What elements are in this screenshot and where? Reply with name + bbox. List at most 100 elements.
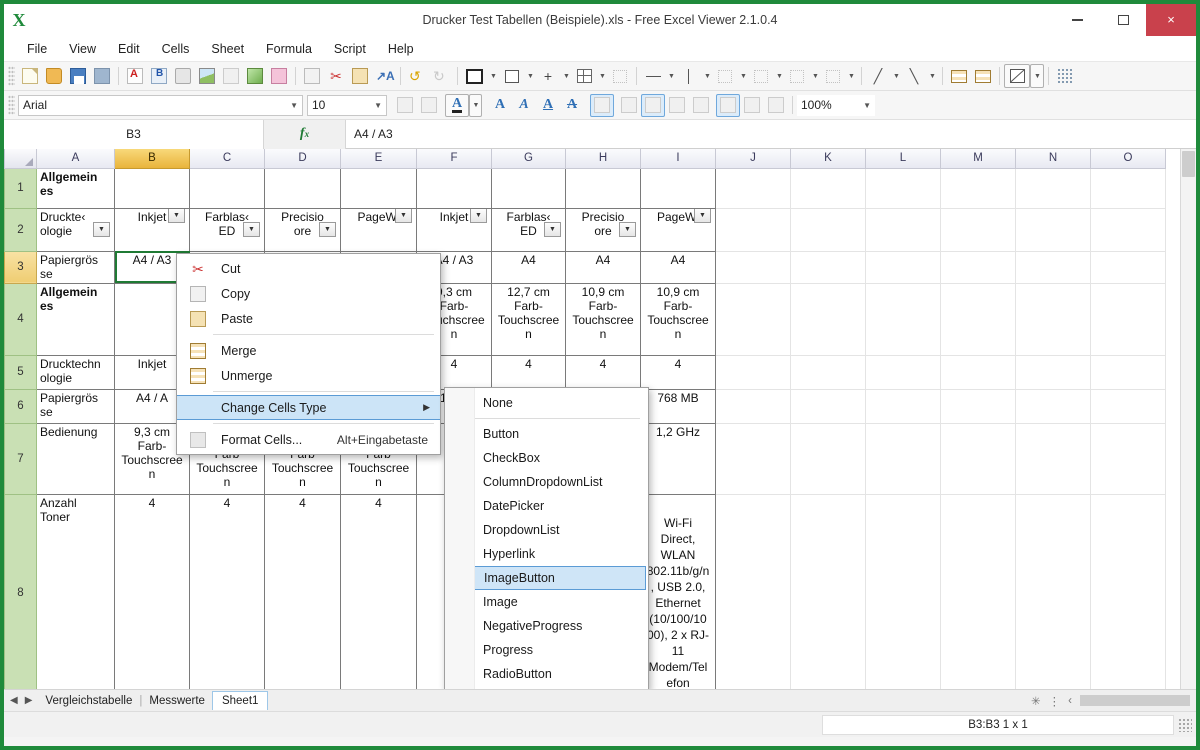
grid-dropdown[interactable]: ▼ <box>596 64 608 88</box>
copy-button[interactable] <box>300 64 324 88</box>
row-header-3[interactable]: 3 <box>4 250 37 284</box>
cell-H5[interactable]: 4 <box>565 354 641 390</box>
fill-color-button[interactable] <box>1004 64 1030 88</box>
zoom-select[interactable]: 100% ▼ <box>797 94 875 116</box>
cell-N7[interactable] <box>1015 423 1091 495</box>
tab-options-icon[interactable]: ⋮ <box>1049 694 1061 708</box>
cell-H1[interactable] <box>565 167 641 209</box>
cell-M1[interactable] <box>940 168 1016 209</box>
minimize-button[interactable] <box>1054 4 1100 36</box>
cell-dropdown-icon[interactable]: ▼ <box>395 209 412 223</box>
border-bottom-button[interactable] <box>749 64 773 88</box>
column-header-B[interactable]: B <box>114 149 190 169</box>
sheet-tab-messwerte[interactable]: Messwerte <box>142 693 212 709</box>
cell-F2[interactable]: Inkjet ▼ <box>416 207 492 252</box>
submenu-item-radiobutton[interactable]: RadioButton <box>445 662 648 686</box>
grid-faded-button[interactable] <box>608 64 632 88</box>
cell-style-dropdown[interactable]: ▼ <box>524 64 536 88</box>
row-header-1[interactable]: 1 <box>4 167 37 209</box>
cell-E1[interactable] <box>340 167 417 209</box>
cell-I2[interactable]: PageWi ▼ <box>640 207 716 252</box>
align-left-button[interactable] <box>617 94 641 117</box>
new-file-button[interactable] <box>18 64 42 88</box>
cell-D2[interactable]: Precisio ore ▼ <box>264 207 341 252</box>
cell-B8[interactable]: 4 <box>114 493 190 689</box>
cell-J8[interactable] <box>715 494 791 689</box>
bold-button[interactable]: A <box>488 94 512 117</box>
column-header-N[interactable]: N <box>1015 149 1091 169</box>
cell-dropdown-icon[interactable]: ▼ <box>93 221 110 237</box>
prev-sheet-button[interactable]: ◀ <box>10 695 18 706</box>
align-center-button[interactable] <box>641 93 665 117</box>
cell-D1[interactable] <box>264 167 341 209</box>
diag-up-button[interactable]: ╱ <box>866 64 890 88</box>
cell-N2[interactable] <box>1015 208 1091 252</box>
cell-B1[interactable] <box>114 167 190 209</box>
row-header-4[interactable]: 4 <box>4 282 37 356</box>
cell-H2[interactable]: Precisio ore ▼ <box>565 207 641 252</box>
border-vertical-button[interactable] <box>677 64 701 88</box>
insert-function-button[interactable]: fx <box>264 119 346 149</box>
underline-button[interactable]: A <box>536 94 560 117</box>
align-middle-button[interactable] <box>590 93 614 117</box>
border-left-dropdown[interactable]: ▼ <box>809 64 821 88</box>
cell-J2[interactable] <box>715 208 791 252</box>
cell-E2[interactable]: PageWi ▼ <box>340 207 417 252</box>
border-right-button[interactable] <box>821 64 845 88</box>
column-header-E[interactable]: E <box>340 149 417 169</box>
cell-A8[interactable]: Anzahl Toner <box>36 493 115 689</box>
context-menu-item-cut[interactable]: ✂ Cut <box>177 256 440 281</box>
submenu-item-columndropdownlist[interactable]: ColumnDropdownList <box>445 470 648 494</box>
cell-I6[interactable]: 768 MB <box>640 388 716 424</box>
cell-M2[interactable] <box>940 208 1016 252</box>
cell-A6[interactable]: Papiergrös se <box>36 388 115 424</box>
cell-O6[interactable] <box>1090 389 1166 424</box>
paste-button[interactable] <box>348 64 372 88</box>
align-justify-button[interactable] <box>689 94 713 117</box>
valign-bottom-button[interactable] <box>764 94 788 117</box>
cell-A7[interactable]: Bedienung <box>36 422 115 495</box>
cell-I8[interactable]: Wi-Fi Direct, WLAN 802.11b/g/n , USB 2.0… <box>640 493 716 689</box>
cell-O2[interactable] <box>1090 208 1166 252</box>
increase-font-button[interactable] <box>393 94 417 117</box>
cell-J3[interactable] <box>715 251 791 284</box>
submenu-item-negativeprogress[interactable]: NegativeProgress <box>445 614 648 638</box>
cell-C1[interactable] <box>189 167 265 209</box>
cell-K8[interactable] <box>790 494 866 689</box>
cell-N3[interactable] <box>1015 251 1091 284</box>
cell-O7[interactable] <box>1090 423 1166 495</box>
row-header-6[interactable]: 6 <box>4 388 37 424</box>
row-header-5[interactable]: 5 <box>4 354 37 390</box>
column-header-D[interactable]: D <box>264 149 341 169</box>
italic-button[interactable]: A <box>512 94 536 117</box>
column-header-O[interactable]: O <box>1090 149 1166 169</box>
maximize-button[interactable] <box>1100 4 1146 36</box>
column-header-C[interactable]: C <box>189 149 265 169</box>
border-vertical-dropdown[interactable]: ▼ <box>701 64 713 88</box>
font-color-button[interactable]: A <box>445 93 469 117</box>
diag-down-dropdown[interactable]: ▼ <box>926 64 938 88</box>
submenu-item-image[interactable]: Image <box>445 590 648 614</box>
cell-M5[interactable] <box>940 355 1016 390</box>
cell-N4[interactable] <box>1015 283 1091 356</box>
cell-K2[interactable] <box>790 208 866 252</box>
cell-dropdown-icon[interactable]: ▼ <box>470 209 487 223</box>
menu-cells[interactable]: Cells <box>151 39 201 59</box>
cell-N8[interactable] <box>1015 494 1091 689</box>
cell-N5[interactable] <box>1015 355 1091 390</box>
redo-button[interactable]: ↻ <box>429 64 453 88</box>
column-header-G[interactable]: G <box>491 149 566 169</box>
cell-L8[interactable] <box>865 494 941 689</box>
insert-dropdown[interactable]: ▼ <box>560 64 572 88</box>
insert-cell-button[interactable]: + <box>536 64 560 88</box>
menu-edit[interactable]: Edit <box>107 39 151 59</box>
cell-L6[interactable] <box>865 389 941 424</box>
formula-input[interactable]: A4 / A3 <box>346 120 1196 149</box>
cell-N6[interactable] <box>1015 389 1091 424</box>
diag-up-dropdown[interactable]: ▼ <box>890 64 902 88</box>
export-doc-button[interactable] <box>147 64 171 88</box>
cell-K3[interactable] <box>790 251 866 284</box>
cell-K6[interactable] <box>790 389 866 424</box>
submenu-item-progress[interactable]: Progress <box>445 638 648 662</box>
save-as-button[interactable] <box>90 64 114 88</box>
